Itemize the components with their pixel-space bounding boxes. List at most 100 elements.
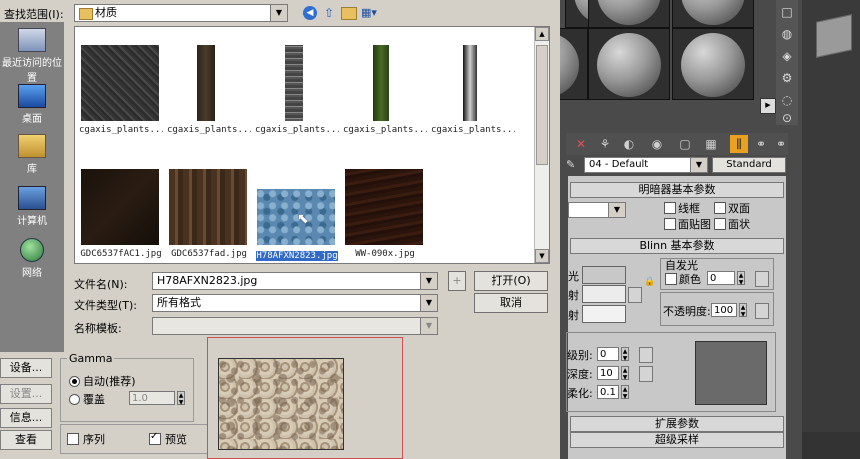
place-recent[interactable]: 最近访问的位置 — [0, 28, 64, 84]
place-libraries[interactable]: 库 — [0, 134, 64, 175]
spinner-arrows-icon[interactable]: ▲ ▼ — [621, 366, 629, 381]
spinner-arrows-icon[interactable]: ▲ ▼ — [177, 391, 185, 406]
rollout-blinn-basic[interactable]: Blinn 基本参数 — [570, 238, 784, 254]
scroll-up-icon[interactable]: ▲ — [535, 27, 549, 41]
material-id-icon[interactable]: ◉ — [648, 135, 666, 153]
file-item[interactable]: cgaxis_plants... — [431, 45, 515, 149]
opacity-value[interactable]: 100 — [711, 303, 737, 317]
setup-button[interactable]: 设置... — [0, 384, 52, 404]
sample-slot[interactable] — [588, 0, 670, 28]
diffuse-color-swatch[interactable] — [582, 285, 626, 303]
chevron-down-icon[interactable]: ▼ — [608, 203, 625, 217]
rollout-shader-basic[interactable]: 明暗器基本参数 — [570, 182, 784, 198]
filename-input[interactable]: H78AFXN2823.jpg ▼ — [152, 272, 438, 290]
chevron-down-icon[interactable]: ▼ — [270, 5, 287, 21]
video-color-check-icon[interactable]: ◌ — [779, 92, 795, 108]
sample-slot[interactable] — [588, 28, 670, 100]
shader-type-button[interactable]: Standard — [712, 157, 786, 173]
view-button[interactable]: 查看 — [0, 430, 52, 450]
background-icon[interactable]: ◈ — [779, 48, 795, 64]
file-list-scrollbar[interactable]: ▲ ▼ — [534, 27, 549, 263]
soften-value[interactable]: 0.1 — [597, 385, 619, 399]
view-menu-icon[interactable]: ▦▾ — [361, 6, 381, 20]
diffuse-map-button[interactable] — [628, 287, 642, 303]
specular-color-swatch[interactable] — [582, 305, 626, 323]
file-item[interactable]: cgaxis_plants... — [255, 45, 339, 149]
devices-button[interactable]: 设备... — [0, 358, 52, 378]
face-map-checkbox[interactable] — [664, 218, 676, 230]
two-sided-checkbox[interactable] — [714, 202, 726, 214]
slot-scroll-right-button[interactable]: ▶ — [760, 98, 776, 114]
filetype-select[interactable]: 所有格式 ▼ — [152, 294, 438, 312]
make-unique-icon[interactable]: ⚘ — [596, 135, 614, 153]
chevron-down-icon[interactable]: ▼ — [420, 295, 437, 311]
scroll-down-icon[interactable]: ▼ — [535, 249, 549, 263]
file-item[interactable]: GDC6537fAC1.jpg — [79, 169, 163, 263]
open-button[interactable]: 打开(O) — [474, 271, 548, 291]
preview-checkbox[interactable] — [149, 431, 161, 445]
rollout-supersampling[interactable]: 超级采样 — [570, 432, 784, 448]
specular-level-value[interactable]: 0 — [597, 347, 619, 361]
put-to-library-icon[interactable]: ◐ — [620, 135, 638, 153]
glossiness-map-button[interactable] — [639, 366, 653, 382]
material-name-field[interactable]: 04 - Default ▼ — [584, 157, 708, 173]
file-item[interactable]: WW-090x.jpg — [343, 169, 427, 263]
faceted-checkbox[interactable] — [714, 218, 726, 230]
gamma-override-radio[interactable] — [69, 394, 80, 405]
spinner-arrows-icon[interactable]: ▲ ▼ — [621, 385, 629, 400]
info-button[interactable]: 信息... — [0, 408, 52, 428]
glossiness-value[interactable]: 10 — [597, 366, 619, 380]
place-desktop[interactable]: 桌面 — [0, 84, 64, 125]
new-folder-icon[interactable] — [341, 7, 357, 20]
spinner-arrows-icon[interactable]: ▲ ▼ — [739, 303, 747, 318]
gamma-auto-radio[interactable] — [69, 376, 80, 387]
backlight-icon[interactable]: ◍ — [779, 26, 795, 42]
self-illum-value[interactable]: 0 — [707, 271, 735, 285]
sequence-checkbox[interactable] — [67, 433, 79, 445]
chevron-down-icon[interactable]: ▼ — [420, 318, 437, 334]
show-map-icon[interactable]: ▢ — [676, 135, 694, 153]
place-network[interactable]: 网络 — [0, 238, 64, 279]
spinner-arrows-icon[interactable]: ▲ ▼ — [621, 347, 629, 362]
plus-button[interactable]: + — [448, 271, 466, 291]
back-icon[interactable]: ◀ — [303, 6, 317, 20]
sample-type-icon[interactable]: □ — [779, 4, 795, 20]
rollout-extended-params[interactable]: 扩展参数 — [570, 416, 784, 432]
file-item[interactable]: cgaxis_plants... — [343, 45, 427, 149]
specular-level-map-button[interactable] — [639, 347, 653, 363]
lock-icon[interactable]: 🔒 — [644, 277, 655, 287]
file-item[interactable]: GDC6537fad.jpg — [167, 169, 251, 263]
sample-slot[interactable] — [672, 28, 754, 100]
file-item[interactable]: cgaxis_plants... — [79, 45, 163, 149]
shader-select[interactable]: ▼ — [568, 202, 626, 218]
chevron-down-icon[interactable]: ▼ — [420, 273, 437, 289]
spinner-arrows-icon[interactable]: ▲ ▼ — [737, 271, 745, 286]
wire-checkbox[interactable] — [664, 202, 676, 214]
file-item[interactable]: cgaxis_plants... — [167, 45, 251, 149]
sample-sphere — [681, 0, 745, 25]
up-folder-icon[interactable]: ⇧ — [322, 6, 336, 20]
sample-slot[interactable] — [672, 0, 754, 28]
file-thumbnail — [285, 45, 303, 121]
opacity-map-button[interactable] — [755, 303, 769, 319]
self-illum-color-checkbox[interactable] — [665, 273, 677, 285]
gamma-override-value[interactable]: 1.0 — [129, 391, 175, 405]
cancel-button[interactable]: 取消 — [474, 293, 548, 313]
preview-image — [218, 358, 344, 450]
look-in-select[interactable]: 材质 ▼ — [74, 4, 288, 22]
chevron-down-icon[interactable]: ▼ — [690, 158, 707, 172]
view-cube-icon[interactable] — [816, 14, 852, 58]
go-forward-sibling-icon[interactable]: ⚭ — [752, 135, 770, 153]
place-computer[interactable]: 计算机 — [0, 186, 64, 227]
options-icon[interactable]: ⊙ — [779, 110, 795, 126]
eyedropper-icon[interactable]: ✎ — [566, 158, 582, 172]
scroll-thumb[interactable] — [536, 45, 548, 165]
go-to-parent-icon[interactable]: ⫼ — [730, 135, 748, 153]
pick-from-object-icon[interactable]: ⚭ — [772, 135, 790, 153]
uv-tiling-icon[interactable]: ⚙ — [779, 70, 795, 86]
template-select[interactable]: ▼ — [152, 317, 438, 335]
show-end-result-icon[interactable]: ▦ — [702, 135, 720, 153]
self-illum-map-button[interactable] — [755, 271, 769, 287]
ambient-color-swatch[interactable] — [582, 266, 626, 284]
delete-icon[interactable]: ✕ — [572, 135, 590, 153]
